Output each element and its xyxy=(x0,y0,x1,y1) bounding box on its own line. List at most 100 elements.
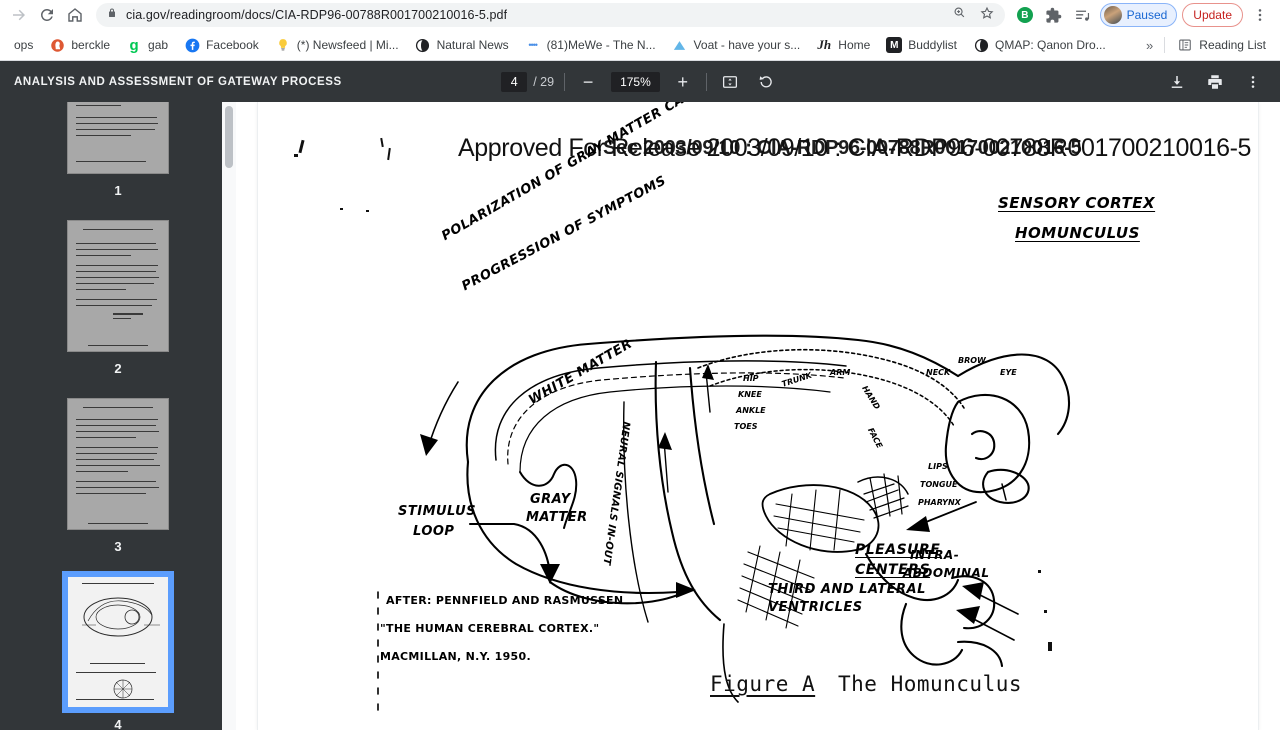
page-number-input[interactable] xyxy=(501,71,528,92)
bookmark-label: (*) Newsfeed | Mi... xyxy=(296,38,399,52)
annotation-ventricles: VENTRICLES xyxy=(768,600,863,615)
thumbnail-item[interactable]: 2 xyxy=(67,220,169,398)
bitwarden-extension-icon[interactable]: B xyxy=(1013,3,1037,27)
bookmark-label: berckle xyxy=(71,38,111,52)
bookmark-label: QMAP: Qanon Dro... xyxy=(995,38,1106,52)
annotation-pharynx: PHARYNX xyxy=(918,498,961,507)
sidebar-scrollbar-thumb[interactable] xyxy=(225,106,233,168)
bookmarks-bar: ops berckle g gab Facebook (*) Newsfeed … xyxy=(0,30,1280,61)
lightbulb-icon xyxy=(275,37,291,53)
annotation-stimulus-line2: LOOP xyxy=(413,524,455,539)
sidebar-scrollbar[interactable] xyxy=(225,106,233,726)
mewe-dots-icon: •••• xyxy=(528,40,538,50)
annotation-gray-matter-line1: GRAY xyxy=(530,492,571,507)
zoom-level-value[interactable]: 175% xyxy=(611,71,660,92)
bookmark-item-mewe[interactable]: •••• (81)MeWe - The N... xyxy=(517,34,664,56)
playlist-icon[interactable] xyxy=(1071,3,1095,27)
bookmark-label: gab xyxy=(148,38,169,52)
bookmark-item-gab[interactable]: g gab xyxy=(118,34,176,56)
annotation-tongue: TONGUE xyxy=(920,480,958,489)
bookmark-label: Natural News xyxy=(436,38,509,52)
bookmarks-overflow-button[interactable]: » xyxy=(1139,35,1160,56)
bookmark-item-berckle[interactable]: berckle xyxy=(41,34,118,56)
browser-toolbar: cia.gov/readingroom/docs/CIA-RDP96-00788… xyxy=(0,0,1280,30)
reading-list-button[interactable]: Reading List xyxy=(1169,34,1274,56)
bookmark-label: Voat - have your s... xyxy=(693,38,801,52)
bookmark-label: Buddylist xyxy=(908,38,957,52)
pdf-viewer: ANALYSIS AND ASSESSMENT OF GATEWAY PROCE… xyxy=(0,61,1280,730)
fit-to-page-icon[interactable] xyxy=(717,69,743,95)
page-thumbnail-3[interactable] xyxy=(67,398,169,530)
citation-line-2: "THE HUMAN CEREBRAL CORTEX." xyxy=(380,622,600,635)
puzzle-extensions-icon[interactable] xyxy=(1042,3,1066,27)
thumbnail-item[interactable]: 1 xyxy=(67,102,169,220)
bookmark-item-home[interactable]: Jh Home xyxy=(808,34,878,56)
profile-avatar xyxy=(1103,6,1122,24)
annotation-sensory-cortex: SENSORY CORTEX xyxy=(998,194,1156,212)
kebab-menu-icon[interactable] xyxy=(1248,3,1272,27)
update-button[interactable]: Update xyxy=(1182,3,1243,27)
reading-list-icon xyxy=(1177,37,1193,53)
annotation-knee: KNEE xyxy=(738,390,762,399)
lock-icon xyxy=(106,6,118,24)
reload-icon[interactable] xyxy=(34,2,60,28)
toolbar-actions: B Paused Update xyxy=(1013,3,1274,27)
annotation-third-lateral: THIRD AND LATERAL xyxy=(768,582,926,597)
rotate-icon[interactable] xyxy=(753,69,779,95)
annotation-brow: BROW xyxy=(958,356,986,365)
address-bar-url: cia.gov/readingroom/docs/CIA-RDP96-00788… xyxy=(126,8,508,22)
page-thumbnail-4[interactable] xyxy=(62,571,174,713)
thumbnail-page-number: 1 xyxy=(114,183,122,198)
pdf-page-4: Approved For Release 2003/09/10 : CIA-RD… xyxy=(258,102,1258,730)
citation-line-1: AFTER: PENNFIELD AND RASMUSSEN xyxy=(386,594,624,607)
annotation-homunculus: HOMUNCULUS xyxy=(1015,224,1140,242)
gab-icon: g xyxy=(129,36,139,54)
annotation-neck: NECK xyxy=(926,368,951,377)
zoom-search-icon[interactable] xyxy=(952,5,967,25)
home-icon[interactable] xyxy=(62,2,88,28)
bookmark-item-buddylist[interactable]: M Buddylist xyxy=(878,34,965,56)
profile-chip[interactable]: Paused xyxy=(1099,3,1178,27)
figure-a-homunculus: POLARIZATION OF GRAY MATTER CAUSES PROGR… xyxy=(258,102,1258,730)
bookmarks-divider xyxy=(1164,37,1166,53)
bookmark-item-facebook[interactable]: Facebook xyxy=(176,34,267,56)
bookmark-item-voat[interactable]: Voat - have your s... xyxy=(664,34,809,56)
thumbnail-item[interactable]: 3 xyxy=(67,398,169,576)
zoom-in-button[interactable]: + xyxy=(670,69,696,95)
bookmark-item-natural-news[interactable]: Natural News xyxy=(407,34,517,56)
bookmark-label: Facebook xyxy=(206,38,259,52)
citation-line-3: MACMILLAN, N.Y. 1950. xyxy=(380,650,531,663)
bookmark-item-qmap[interactable]: QMAP: Qanon Dro... xyxy=(965,34,1114,56)
pdf-document-title: ANALYSIS AND ASSESSMENT OF GATEWAY PROCE… xyxy=(14,75,342,88)
bookmark-item-newsfeed[interactable]: (*) Newsfeed | Mi... xyxy=(267,34,407,56)
thumbnail-item-selected[interactable]: 4 xyxy=(62,571,174,730)
bookmark-label: (81)MeWe - The N... xyxy=(546,38,656,52)
arrow-forward-icon[interactable] xyxy=(6,2,32,28)
print-icon[interactable] xyxy=(1202,69,1228,95)
page-navigator: / 29 xyxy=(501,71,554,92)
pdf-page-area[interactable]: Approved For Release 2003/09/10 : CIA-RD… xyxy=(236,102,1280,730)
bookmark-star-icon[interactable] xyxy=(979,5,995,26)
pdf-toolbar-right xyxy=(1164,69,1266,95)
homunculus-line-drawing xyxy=(377,334,1071,711)
bookmark-item-ops[interactable]: ops xyxy=(6,35,41,55)
update-label: Update xyxy=(1193,8,1232,22)
bitwarden-badge: B xyxy=(1016,7,1033,23)
pdf-toolbar: ANALYSIS AND ASSESSMENT OF GATEWAY PROCE… xyxy=(0,61,1280,102)
voat-triangle-icon xyxy=(672,37,688,53)
download-icon[interactable] xyxy=(1164,69,1190,95)
page-thumbnail-2[interactable] xyxy=(67,220,169,352)
zoom-out-button[interactable]: − xyxy=(575,69,601,95)
annotation-lips: LIPS xyxy=(928,462,948,471)
kebab-menu-icon[interactable] xyxy=(1240,69,1266,95)
figure-caption-label: Figure A xyxy=(710,672,816,696)
duckduckgo-icon xyxy=(49,37,65,53)
page-thumbnail-1[interactable] xyxy=(67,102,169,174)
annotation-toes: TOES xyxy=(734,422,758,431)
pdf-thumbnail-sidebar[interactable]: 1 2 3 4 xyxy=(0,102,236,730)
stamp-overlay-text: Sec 2003/09/10 : CIA-RDP96-00788R0017002… xyxy=(603,137,1082,159)
annotation-abdominal: ABDOMINAL xyxy=(903,566,990,580)
thumbnail-list: 1 2 3 4 xyxy=(0,102,236,730)
facebook-icon xyxy=(184,37,200,53)
address-bar[interactable]: cia.gov/readingroom/docs/CIA-RDP96-00788… xyxy=(96,3,1005,27)
